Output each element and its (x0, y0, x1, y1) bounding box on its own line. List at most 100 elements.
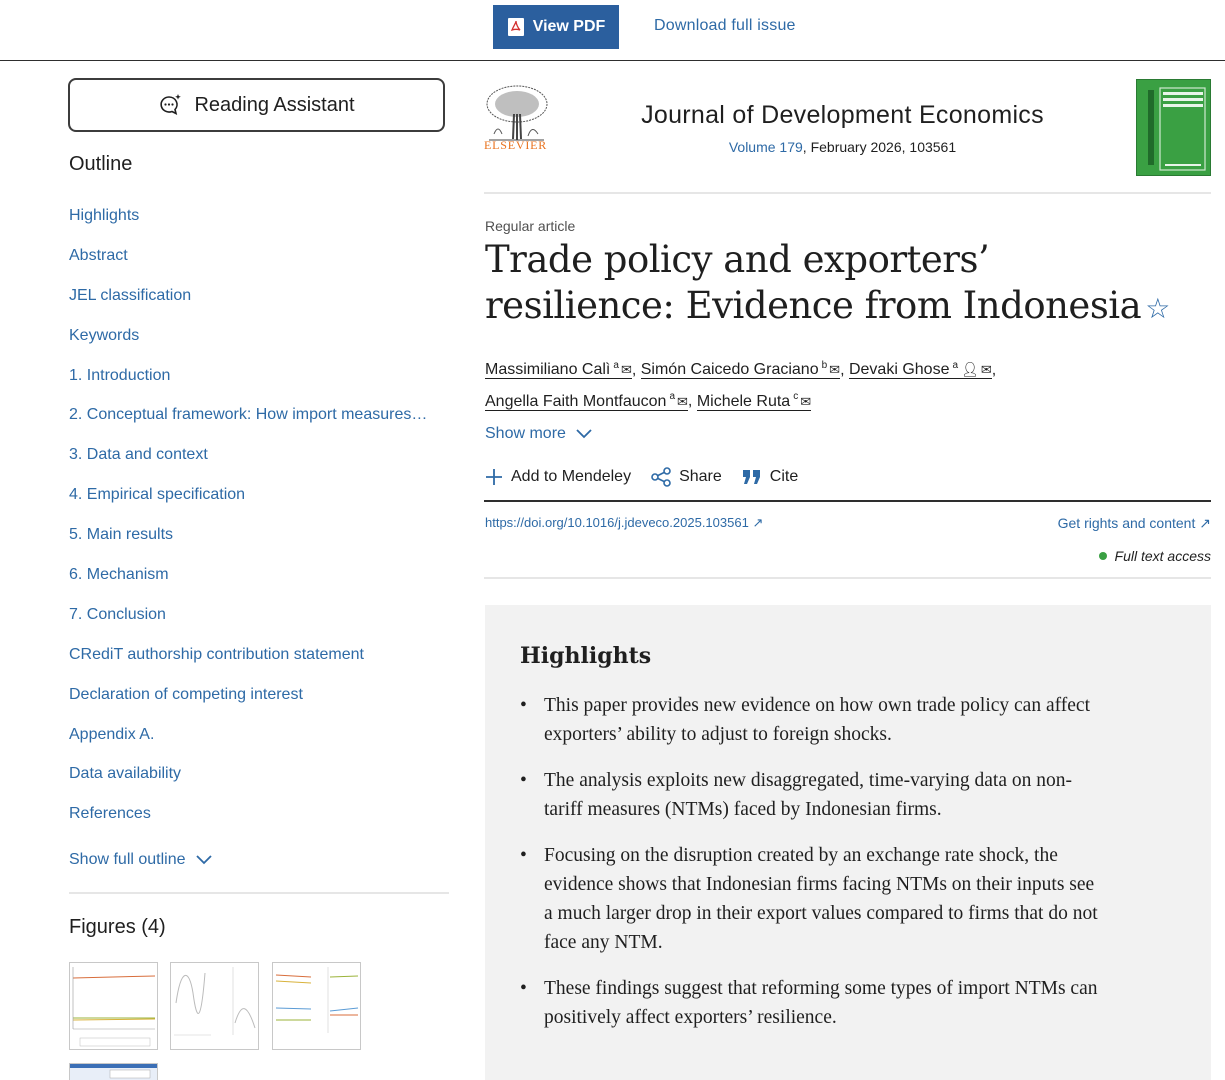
highlights-list: This paper provides new evidence on how … (520, 691, 1105, 1049)
envelope-icon: ✉ (620, 362, 632, 378)
share-icon (651, 467, 671, 487)
show-full-outline-label: Show full outline (69, 851, 186, 868)
outline-item-conclusion[interactable]: 7. Conclusion (69, 603, 427, 643)
show-full-outline-button[interactable]: Show full outline (69, 851, 212, 869)
reading-assistant-label: Reading Assistant (194, 93, 355, 116)
outline-item-data-context[interactable]: 3. Data and context (69, 443, 427, 483)
outline-item-competing-interest[interactable]: Declaration of competing interest (69, 683, 427, 723)
chevron-down-icon (576, 429, 592, 439)
author-affiliation: c (793, 391, 799, 403)
envelope-icon: ✉ (800, 393, 812, 409)
show-more-button[interactable]: Show more (485, 425, 592, 443)
share-button[interactable]: Share (651, 467, 722, 487)
outline-item-appendix[interactable]: Appendix A. (69, 723, 427, 763)
doi-text: https://doi.org/10.1016/j.jdeveco.2025.1… (485, 515, 749, 530)
access-divider (484, 577, 1211, 579)
outline-item-highlights[interactable]: Highlights (69, 204, 427, 244)
cite-button[interactable]: Cite (742, 468, 798, 486)
outline-heading: Outline (69, 153, 133, 175)
outline-item-abstract[interactable]: Abstract (69, 244, 427, 284)
outline-item-credit[interactable]: CRediT authorship contribution statement (69, 643, 427, 683)
author-name: Michele Ruta (696, 392, 791, 410)
plus-icon (486, 469, 502, 485)
figure-1-preview (72, 967, 156, 1047)
highlights-heading: Highlights (520, 643, 652, 669)
star-icon[interactable]: ☆ (1145, 292, 1170, 325)
actions-divider (484, 500, 1211, 502)
author-link[interactable]: Angella Faith Montfaucon a ✉ (485, 391, 688, 411)
download-full-issue-link[interactable]: Download full issue (654, 17, 796, 35)
author-name: Devaki Ghose (848, 361, 950, 379)
outline-item-jel[interactable]: JEL classification (69, 284, 427, 324)
author-list: Massimiliano Calì a ✉, Simón Caicedo Graci… (485, 360, 997, 411)
journal-cover-image[interactable] (1136, 79, 1211, 176)
outline-item-mechanism[interactable]: 6. Mechanism (69, 563, 427, 603)
access-label: Full text access (1114, 548, 1211, 564)
figure-4-preview (70, 1064, 157, 1079)
author-affiliation: a (952, 360, 959, 371)
external-link-icon: ↗ (752, 515, 764, 530)
author-link[interactable]: Michele Ruta c ✉ (696, 391, 812, 411)
rights-text: Get rights and content (1057, 515, 1196, 531)
volume-link[interactable]: Volume 179 (729, 139, 803, 155)
top-bar: View PDF Download full issue (0, 0, 1225, 61)
envelope-icon: ✉ (829, 362, 841, 378)
author-affiliation: b (821, 360, 828, 371)
author-link[interactable]: Simón Caicedo Graciano b ✉ (640, 360, 841, 380)
figure-thumbnail-3[interactable] (272, 962, 361, 1050)
elsevier-wordmark: ELSEVIER (484, 138, 548, 152)
outline-item-references[interactable]: References (69, 802, 427, 842)
person-icon: 👤︎ (961, 361, 979, 378)
highlight-item: The analysis exploits new disaggregated,… (520, 766, 1105, 824)
doi-link[interactable]: https://doi.org/10.1016/j.jdeveco.2025.1… (485, 515, 763, 531)
figure-thumbnail-1[interactable] (69, 962, 158, 1050)
figure-thumbnail-4[interactable] (69, 1063, 158, 1080)
outline-item-conceptual-framework[interactable]: 2. Conceptual framework: How import meas… (69, 403, 427, 443)
chat-sparkle-icon (160, 94, 182, 115)
envelope-icon: ✉ (677, 393, 688, 409)
envelope-icon: ✉ (980, 362, 992, 378)
highlight-item: Focusing on the disruption created by an… (520, 841, 1105, 957)
author-affiliation: a (669, 391, 676, 403)
highlight-item: This paper provides new evidence on how … (520, 691, 1105, 749)
figures-heading: Figures (4) (69, 916, 166, 938)
chevron-down-icon (195, 855, 212, 865)
highlights-section: Highlights This paper provides new evide… (485, 605, 1211, 1080)
journal-volume-line: Volume 179, February 2026, 103561 (560, 139, 1125, 155)
outline-item-keywords[interactable]: Keywords (69, 324, 427, 364)
author-link[interactable]: Devaki Ghose a 👤︎ ✉ (848, 360, 992, 380)
view-pdf-button[interactable]: View PDF (493, 5, 619, 49)
article-actions: Add to Mendeley Share Cite (485, 467, 818, 487)
author-name: Massimiliano Calì (485, 361, 611, 379)
mendeley-label: Add to Mendeley (511, 468, 632, 485)
outline-item-introduction[interactable]: 1. Introduction (69, 364, 427, 404)
outline-item-data-availability[interactable]: Data availability (69, 762, 427, 802)
author-name: Simón Caicedo Graciano (640, 361, 819, 379)
journal-cover-graphic (1148, 87, 1206, 171)
article-type: Regular article (485, 218, 576, 234)
figure-2-preview (174, 967, 256, 1036)
outline-item-empirical-specification[interactable]: 4. Empirical specification (69, 483, 427, 523)
outline-item-main-results[interactable]: 5. Main results (69, 523, 427, 563)
outline-list: Highlights Abstract JEL classification K… (69, 204, 427, 842)
get-rights-link[interactable]: Get rights and content ↗ (1058, 515, 1211, 532)
author-affiliation: a (613, 360, 619, 371)
article-title-text: Trade policy and exporters’ resilience: … (485, 238, 1142, 327)
view-pdf-label: View PDF (532, 18, 606, 35)
pdf-icon (507, 18, 524, 36)
reading-assistant-button[interactable]: Reading Assistant (68, 78, 445, 132)
show-more-label: Show more (485, 425, 566, 442)
highlight-item: These findings suggest that reforming so… (520, 974, 1105, 1032)
header-divider (484, 192, 1211, 194)
access-status-dot (1098, 552, 1107, 560)
author-link[interactable]: Massimiliano Calì a ✉ (485, 360, 632, 380)
figure-thumbnail-2[interactable] (170, 962, 259, 1050)
add-to-mendeley-button[interactable]: Add to Mendeley (485, 468, 631, 486)
article-title: Trade policy and exporters’ resilience: … (485, 237, 1185, 332)
sidebar-divider (69, 892, 449, 894)
author-name: Angella Faith Montfaucon (485, 392, 667, 410)
external-link-icon: ↗ (1199, 515, 1211, 531)
journal-title[interactable]: Journal of Development Economics (560, 101, 1125, 130)
cite-label: Cite (769, 468, 799, 485)
volume-details: , February 2026, 103561 (802, 139, 957, 155)
